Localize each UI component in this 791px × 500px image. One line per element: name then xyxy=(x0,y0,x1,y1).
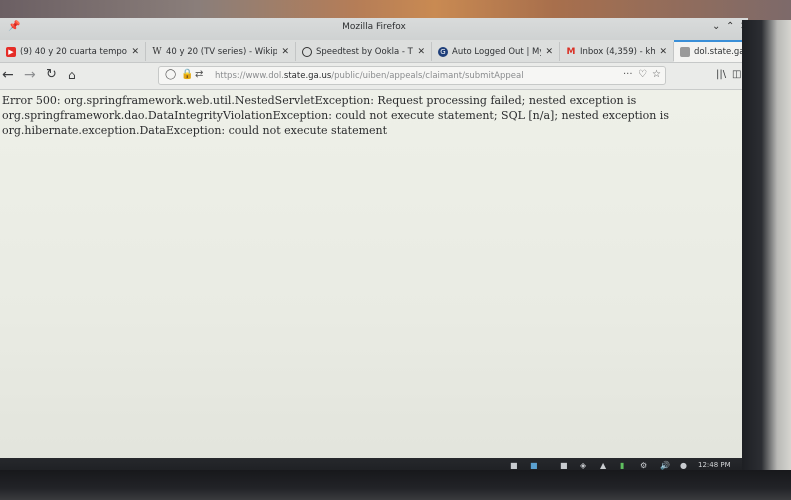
tab-label: Inbox (4,359) - kh09211@ xyxy=(580,46,656,57)
permissions-icon[interactable]: ⇄ xyxy=(195,69,203,80)
window-titlebar: 📌 Mozilla Firefox ⌄ ⌃ ✕ xyxy=(0,18,748,41)
url-domain: state.ga.us xyxy=(283,71,332,81)
settings-tray-icon[interactable]: ⚙ xyxy=(640,461,647,470)
tab-label: (9) 40 y 20 cuarta tempor xyxy=(20,46,128,57)
monitor-bezel-right xyxy=(742,20,791,500)
taskbar-clock: 12:48 PM xyxy=(698,461,731,469)
tab-wikipedia[interactable]: W 40 y 20 (TV series) - Wikip ✕ xyxy=(146,42,296,61)
home-icon[interactable]: ⌂ xyxy=(68,68,76,82)
shield-icon[interactable]: ◯ xyxy=(165,69,176,80)
tab-label: Speedtest by Ookla - The xyxy=(316,46,414,57)
tab-dol-active[interactable]: dol.state.ga.us/public/ xyxy=(674,40,748,62)
tab-label: Auto Logged Out | MyGe xyxy=(452,46,541,57)
close-tab-icon[interactable]: ✕ xyxy=(659,47,667,57)
youtube-icon: ▶ xyxy=(6,46,16,57)
mygeorgia-icon: G xyxy=(438,46,448,57)
close-tab-icon[interactable]: ✕ xyxy=(545,47,553,57)
navigation-toolbar: ← → ↻ ⌂ ◯ 🔒 ⇄ https://www.dol.state.ga.u… xyxy=(0,63,748,90)
forward-icon[interactable]: → xyxy=(24,67,36,83)
minimize-icon[interactable]: ⌄ xyxy=(712,21,720,32)
tab-label: 40 y 20 (TV series) - Wikip xyxy=(166,46,278,57)
network-icon[interactable]: ▲ xyxy=(600,461,606,470)
back-icon[interactable]: ← xyxy=(2,67,14,83)
wikipedia-icon: W xyxy=(152,46,162,57)
page-content: Error 500: org.springframework.web.util.… xyxy=(0,90,748,470)
taskbar-app-icon[interactable]: ■ xyxy=(560,461,568,470)
page-icon xyxy=(680,47,690,57)
notification-icon[interactable]: ● xyxy=(680,461,687,470)
url-path: /public/uiben/appeals/claimant/submitApp… xyxy=(331,71,524,81)
library-icon[interactable]: ||\ xyxy=(716,69,726,80)
page-actions-icon[interactable]: ··· xyxy=(623,69,633,80)
battery-icon[interactable]: ▮ xyxy=(620,461,624,470)
close-tab-icon[interactable]: ✕ xyxy=(281,47,289,57)
tab-youtube[interactable]: ▶ (9) 40 y 20 cuarta tempor ✕ xyxy=(0,42,146,61)
speedtest-icon xyxy=(302,46,312,57)
taskbar-app-icon[interactable]: ■ xyxy=(510,461,518,470)
reload-icon[interactable]: ↻ xyxy=(46,67,57,82)
window-title: Mozilla Firefox xyxy=(342,22,406,32)
gmail-icon: M xyxy=(566,46,576,57)
taskbar-app-icon[interactable]: ■ xyxy=(530,461,538,470)
bookmark-star-icon[interactable]: ☆ xyxy=(652,69,661,80)
pocket-icon[interactable]: ♡ xyxy=(638,69,647,80)
lock-icon[interactable]: 🔒 xyxy=(181,69,193,80)
close-tab-icon[interactable]: ✕ xyxy=(417,47,425,57)
close-tab-icon[interactable]: ✕ xyxy=(131,47,139,57)
url-text[interactable]: https://www.dol.state.ga.us/public/uiben… xyxy=(215,71,524,81)
address-bar[interactable]: ◯ 🔒 ⇄ https://www.dol.state.ga.us/public… xyxy=(158,66,666,85)
error-message: Error 500: org.springframework.web.util.… xyxy=(2,94,669,137)
url-prefix: https://www.dol. xyxy=(215,71,284,81)
tab-mygeorgia[interactable]: G Auto Logged Out | MyGe ✕ xyxy=(432,42,560,61)
monitor-screen: 📌 Mozilla Firefox ⌄ ⌃ ✕ ▶ (9) 40 y 20 cu… xyxy=(0,18,748,478)
volume-icon[interactable]: 🔊 xyxy=(660,461,670,470)
tab-label: dol.state.ga.us/public/ xyxy=(694,47,748,57)
sidebar-icon[interactable]: ◫ xyxy=(732,69,741,80)
tab-gmail[interactable]: M Inbox (4,359) - kh09211@ ✕ xyxy=(560,42,674,61)
monitor-bezel-bottom xyxy=(0,470,791,500)
tab-bar: ▶ (9) 40 y 20 cuarta tempor ✕ W 40 y 20 … xyxy=(0,40,748,63)
shield-tray-icon[interactable]: ◈ xyxy=(580,461,586,470)
maximize-icon[interactable]: ⌃ xyxy=(726,21,734,32)
tab-speedtest[interactable]: Speedtest by Ookla - The ✕ xyxy=(296,42,432,61)
